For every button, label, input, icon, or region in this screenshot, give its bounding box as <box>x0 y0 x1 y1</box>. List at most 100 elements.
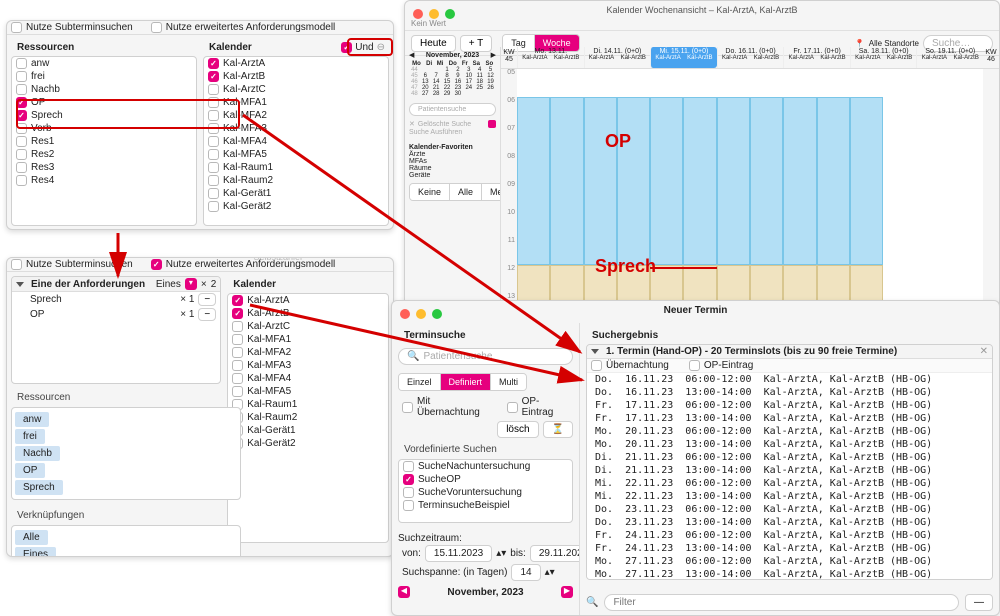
result-row[interactable]: Di. 21.11.23 13:00-14:00 Kal-ArztA, Kal-… <box>587 464 992 477</box>
resource-tag[interactable]: anw <box>15 412 49 427</box>
overnight-checkbox[interactable] <box>402 402 413 413</box>
remove-req-button[interactable]: − <box>198 293 216 306</box>
delete-search-icon[interactable]: ✕ <box>409 120 415 128</box>
calendar-item-checkbox[interactable] <box>232 334 243 345</box>
calendar-item[interactable]: Kal-ArztB <box>204 70 388 83</box>
span-value[interactable]: 14 <box>511 564 540 581</box>
erweitert-checkbox[interactable] <box>151 22 162 33</box>
minimize-icon[interactable] <box>416 309 426 319</box>
resource-item-checkbox[interactable] <box>16 97 27 108</box>
day-header[interactable]: Di. 14.11. (0+0)Kal-ArztAKal-ArztB <box>584 47 651 68</box>
calendar-item[interactable]: Kal-Raum2 <box>228 411 388 424</box>
day-header[interactable]: So. 19.11. (0+0)Kal-ArztAKal-ArztB <box>916 47 983 68</box>
resource-tag[interactable]: frei <box>15 429 45 444</box>
calendar-item-checkbox[interactable] <box>208 201 219 212</box>
calendar-item-checkbox[interactable] <box>208 84 219 95</box>
calendar-item[interactable]: Kal-ArztB <box>228 307 388 320</box>
und-checkbox[interactable] <box>341 42 352 53</box>
resource-item-checkbox[interactable] <box>16 71 27 82</box>
subtermin-checkbox[interactable] <box>11 22 22 33</box>
calendar-item[interactable]: Kal-MFA1 <box>204 96 388 109</box>
resource-item[interactable]: Nachb <box>12 83 196 96</box>
calendar-item-checkbox[interactable] <box>208 58 219 69</box>
result-row[interactable]: Mo. 20.11.23 13:00-14:00 Kal-ArztA, Kal-… <box>587 438 992 451</box>
resource-item[interactable]: Res4 <box>12 174 196 187</box>
zoom-icon[interactable] <box>445 9 455 19</box>
resource-tag[interactable]: Sprech <box>15 480 63 495</box>
cal-fav-item[interactable]: MFAs <box>409 158 496 165</box>
result-row[interactable]: Fr. 24.11.23 13:00-14:00 Kal-ArztA, Kal-… <box>587 542 992 555</box>
from-date[interactable]: 15.11.2023 <box>425 545 492 562</box>
close-icon[interactable] <box>400 309 410 319</box>
predef-search-checkbox[interactable] <box>403 474 414 485</box>
collapse-icon[interactable] <box>16 282 24 287</box>
resource-item[interactable]: Res3 <box>12 161 196 174</box>
resource-item-checkbox[interactable] <box>16 84 27 95</box>
predef-search[interactable]: SucheVoruntersuchung <box>399 486 572 499</box>
subtermin-checkbox-b[interactable] <box>11 259 22 270</box>
calendar-item[interactable]: Kal-MFA4 <box>204 135 388 148</box>
result-row[interactable]: Mi. 22.11.23 06:00-12:00 Kal-ArztA, Kal-… <box>587 477 992 490</box>
requirement-row[interactable]: Sprech× 1− <box>12 292 220 307</box>
calendar-item-checkbox[interactable] <box>232 347 243 358</box>
calendar-item[interactable]: Kal-MFA2 <box>228 346 388 359</box>
day-header[interactable]: Sa. 18.11. (0+0)Kal-ArztAKal-ArztB <box>850 47 917 68</box>
result-row[interactable]: Fr. 17.11.23 06:00-12:00 Kal-ArztA, Kal-… <box>587 399 992 412</box>
erweitert-checkbox-b[interactable] <box>151 259 162 270</box>
calendar-item[interactable]: Kal-Gerät2 <box>204 200 388 213</box>
resource-item-checkbox[interactable] <box>16 58 27 69</box>
calendar-item[interactable]: Kal-Raum1 <box>204 161 388 174</box>
result-filter-input[interactable] <box>604 594 959 611</box>
predef-search-checkbox[interactable] <box>403 487 414 498</box>
result-row[interactable]: Mo. 20.11.23 06:00-12:00 Kal-ArztA, Kal-… <box>587 425 992 438</box>
calendar-item[interactable]: Kal-MFA4 <box>228 372 388 385</box>
close-group-icon[interactable]: ✕ <box>980 346 988 357</box>
predef-search[interactable]: SucheOP <box>399 473 572 486</box>
calendar-item-checkbox[interactable] <box>208 110 219 121</box>
calendar-item[interactable]: Kal-Raum1 <box>228 398 388 411</box>
result-row[interactable]: Fr. 17.11.23 13:00-14:00 Kal-ArztA, Kal-… <box>587 412 992 425</box>
result-row[interactable]: Mi. 22.11.23 13:00-14:00 Kal-ArztA, Kal-… <box>587 490 992 503</box>
calendar-item-checkbox[interactable] <box>232 321 243 332</box>
patient-search-input[interactable]: Patientensuche <box>409 103 496 116</box>
vkn-tag[interactable]: Alle <box>15 530 48 545</box>
calendar-item[interactable]: Kal-ArztA <box>204 57 388 70</box>
prev-month-icon[interactable]: ◀ <box>409 51 414 59</box>
resource-item[interactable]: Sprech <box>12 109 196 122</box>
resource-item[interactable]: frei <box>12 70 196 83</box>
calendar-item-checkbox[interactable] <box>208 188 219 199</box>
day-header[interactable]: Do. 16.11. (0+0)Kal-ArztAKal-ArztB <box>717 47 784 68</box>
calendar-item[interactable]: Kal-Gerät1 <box>228 424 388 437</box>
calendar-item[interactable]: Kal-MFA5 <box>204 148 388 161</box>
result-row[interactable]: Mo. 27.11.23 06:00-12:00 Kal-ArztA, Kal-… <box>587 555 992 568</box>
zoom-icon[interactable] <box>432 309 442 319</box>
result-row[interactable]: Fr. 24.11.23 06:00-12:00 Kal-ArztA, Kal-… <box>587 529 992 542</box>
collapse-icon[interactable] <box>591 349 599 354</box>
remove-icon[interactable]: ⊖ <box>377 42 385 53</box>
prev-icon[interactable]: ◀ <box>398 586 410 598</box>
calendar-item-checkbox[interactable] <box>208 149 219 160</box>
minimize-icon[interactable] <box>429 9 439 19</box>
calendar-item[interactable]: Kal-Gerät2 <box>228 437 388 450</box>
day-header[interactable]: Mi. 15.11. (0+0)Kal-ArztAKal-ArztB <box>650 47 717 68</box>
eines-badge[interactable]: ▾ <box>185 278 197 290</box>
filter-button[interactable]: ⏳ <box>543 421 573 438</box>
patient-search-input-2[interactable]: Patientensuche <box>423 351 492 362</box>
search-seg-Definiert[interactable]: Definiert <box>441 374 492 390</box>
calendar-item-checkbox[interactable] <box>208 136 219 147</box>
calendar-item[interactable]: Kal-Gerät1 <box>204 187 388 200</box>
resource-item-checkbox[interactable] <box>16 123 27 134</box>
requirement-row[interactable]: OP× 1− <box>12 307 220 322</box>
predef-search-checkbox[interactable] <box>403 461 414 472</box>
from-stepper-icon[interactable]: ▴▾ <box>496 548 506 559</box>
resource-tag[interactable]: OP <box>15 463 45 478</box>
resource-item[interactable]: OP <box>12 96 196 109</box>
span-stepper-icon[interactable]: ▴▾ <box>545 567 555 578</box>
result-row[interactable]: Do. 23.11.23 06:00-12:00 Kal-ArztA, Kal-… <box>587 503 992 516</box>
result-action-button[interactable]: — <box>965 594 993 611</box>
result-row[interactable]: Do. 16.11.23 13:00-14:00 Kal-ArztA, Kal-… <box>587 386 992 399</box>
calendar-item[interactable]: Kal-MFA3 <box>204 122 388 135</box>
calendar-item[interactable]: Kal-Raum2 <box>204 174 388 187</box>
day-header[interactable]: Mo. 13.11.Kal-ArztAKal-ArztB <box>517 47 584 68</box>
remove-req-button[interactable]: − <box>198 308 216 321</box>
